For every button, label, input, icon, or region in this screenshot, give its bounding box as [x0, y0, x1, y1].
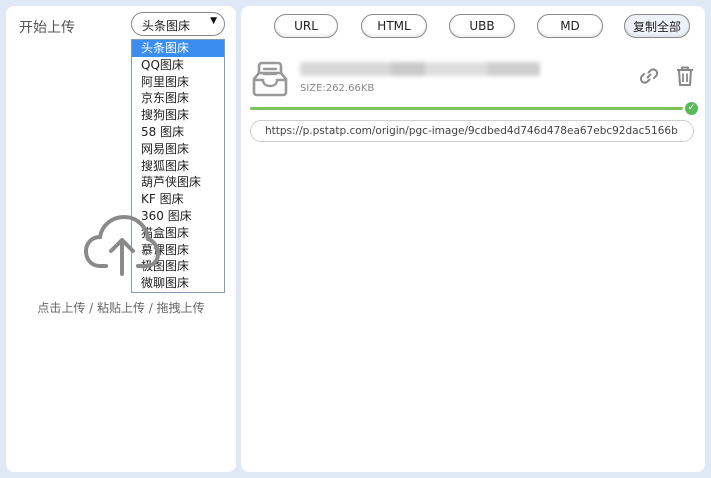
dropdown-option[interactable]: 微聊图床: [132, 275, 224, 292]
start-upload-title: 开始上传: [19, 20, 75, 36]
dropdown-option[interactable]: 搜狐图床: [132, 158, 224, 175]
dropdown-option[interactable]: 京东图床: [132, 90, 224, 107]
dropdown-option[interactable]: QQ图床: [132, 57, 224, 74]
dropdown-option[interactable]: 搜狗图床: [132, 107, 224, 124]
check-circle-icon: ✓: [685, 102, 698, 115]
inbox-file-icon: [252, 61, 288, 97]
image-host-select[interactable]: 头条图床 ▼: [131, 12, 225, 36]
ubb-format-button[interactable]: UBB: [449, 14, 515, 38]
trash-icon[interactable]: [675, 65, 695, 87]
image-url-field[interactable]: https://p.pstatp.com/origin/pgc-image/9c…: [250, 120, 694, 142]
cloud-upload-icon[interactable]: [84, 214, 160, 276]
url-format-button[interactable]: URL: [274, 14, 338, 38]
upload-progress-bar: [250, 107, 683, 110]
upload-panel: 开始上传 头条图床 ▼ 头条图床 QQ图床 阿里图床 京东图床 搜狗图床 58 …: [6, 6, 236, 472]
file-size: SIZE:262.66KB: [300, 83, 375, 94]
dropdown-option[interactable]: KF 图床: [132, 191, 224, 208]
md-format-button[interactable]: MD: [537, 14, 603, 38]
upload-hint: 点击上传 / 粘贴上传 / 拖拽上传: [37, 301, 205, 315]
upload-progress-fill: [250, 107, 683, 110]
select-arrow-icon: ▼: [210, 16, 217, 26]
link-icon[interactable]: [639, 66, 659, 86]
html-format-button[interactable]: HTML: [361, 14, 427, 38]
dropdown-option[interactable]: 葫芦侠图床: [132, 174, 224, 191]
dropdown-option[interactable]: 阿里图床: [132, 74, 224, 91]
copy-all-button[interactable]: 复制全部: [624, 14, 690, 38]
dropdown-option[interactable]: 58 图床: [132, 124, 224, 141]
file-name-redacted: [300, 62, 540, 76]
dropdown-option[interactable]: 头条图床: [132, 40, 224, 57]
image-host-select-value: 头条图床: [142, 19, 191, 33]
result-panel: URL HTML UBB MD 复制全部 SIZE:262.66KB ✓ htt…: [241, 6, 705, 472]
dropdown-option[interactable]: 网易图床: [132, 141, 224, 158]
